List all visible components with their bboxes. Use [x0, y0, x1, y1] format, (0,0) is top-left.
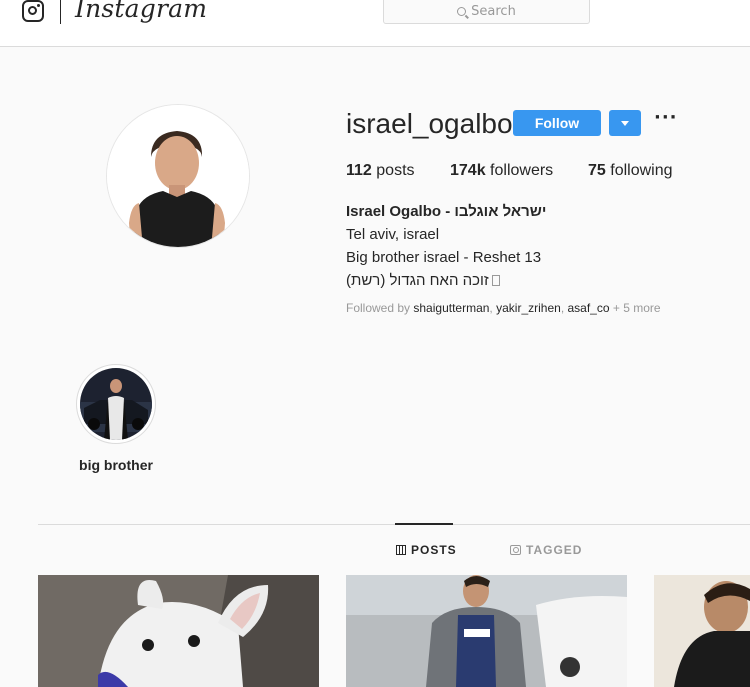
- highlight-cover-image: [80, 368, 152, 440]
- post-thumbnail[interactable]: [346, 575, 627, 687]
- more-options-button[interactable]: ···: [654, 109, 677, 132]
- post-image: [346, 575, 627, 687]
- tab-posts-label: POSTS: [411, 543, 457, 557]
- post-thumbnail[interactable]: [38, 575, 319, 687]
- post-image: [654, 575, 750, 687]
- posts-label: posts: [376, 162, 415, 179]
- instagram-camera-icon[interactable]: [22, 0, 44, 22]
- followers-stat[interactable]: 174k followers: [450, 162, 553, 180]
- bio-line-location: Tel aviv, israel: [346, 226, 440, 243]
- following-count: 75: [588, 162, 606, 179]
- posts-stat: 112 posts: [346, 162, 415, 180]
- search-input[interactable]: Search: [383, 0, 590, 24]
- follower-username[interactable]: asaf_co: [568, 301, 610, 315]
- profile-avatar[interactable]: [106, 104, 250, 248]
- followed-by-prefix: Followed by: [346, 301, 411, 315]
- active-tab-indicator: [395, 523, 453, 525]
- profile-username: israel_ogalbo: [346, 108, 513, 139]
- top-navigation-bar: Instagram Search: [0, 0, 750, 47]
- post-image: [38, 575, 319, 687]
- bio-line-show: Big brother israel - Reshet 13: [346, 249, 542, 266]
- suggested-accounts-dropdown-button[interactable]: [609, 110, 641, 136]
- missing-emoji-glyph: [491, 275, 500, 286]
- nav-divider: [60, 0, 61, 24]
- profile-full-name: Israel Ogalbo - ישראל אוגלבו: [346, 203, 547, 220]
- following-label: following: [610, 162, 673, 179]
- post-thumbnail[interactable]: [654, 575, 750, 687]
- username-separator: ,: [489, 301, 493, 315]
- grid-icon: [396, 545, 406, 555]
- caret-down-icon: [621, 120, 629, 126]
- followed-by[interactable]: Followed by shaigutterman, yakir_zrihen,…: [346, 301, 661, 315]
- bio-line-hebrew: זוכה האח הגדול (רשת): [346, 269, 546, 292]
- username-separator: ,: [560, 301, 565, 315]
- search-placeholder: Search: [471, 4, 516, 19]
- avatar-photo: [107, 105, 249, 247]
- story-highlight[interactable]: [76, 364, 156, 444]
- tabs-divider: [38, 524, 750, 525]
- highlight-label[interactable]: big brother: [66, 457, 166, 473]
- followers-label: followers: [490, 162, 554, 179]
- follower-username[interactable]: yakir_zrihen: [496, 301, 561, 315]
- bio-hebrew-text: זוכה האח הגדול (רשת): [346, 272, 489, 289]
- follower-username[interactable]: shaigutterman: [413, 301, 489, 315]
- tagged-icon: [510, 545, 521, 555]
- posts-count: 112: [346, 162, 372, 179]
- follow-button[interactable]: Follow: [513, 110, 601, 136]
- search-icon: [457, 7, 467, 16]
- tab-tagged[interactable]: TAGGED: [510, 543, 582, 557]
- instagram-wordmark[interactable]: Instagram: [75, 0, 207, 23]
- following-stat[interactable]: 75 following: [588, 162, 673, 180]
- profile-bio: Israel Ogalbo - ישראל אוגלבו Tel aviv, i…: [346, 200, 546, 292]
- followers-count: 174k: [450, 162, 486, 179]
- tab-tagged-label: TAGGED: [526, 543, 583, 557]
- tab-posts[interactable]: POSTS: [396, 543, 457, 557]
- followed-by-more[interactable]: + 5 more: [613, 301, 661, 315]
